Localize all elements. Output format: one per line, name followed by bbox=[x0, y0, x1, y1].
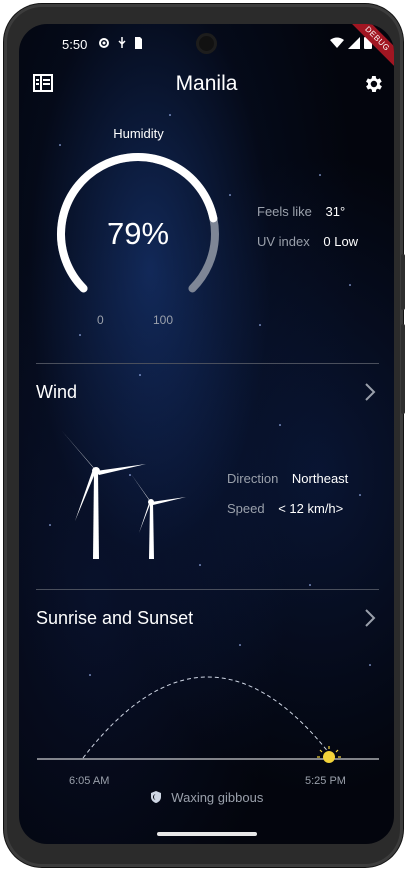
uv-index-value: 0 Low bbox=[323, 234, 359, 249]
wind-title[interactable]: Wind bbox=[36, 382, 77, 403]
gear-icon[interactable] bbox=[362, 73, 384, 95]
humidity-label: Humidity bbox=[113, 126, 164, 141]
uv-index-label: UV index bbox=[257, 234, 310, 249]
sunrise-time: 6:05 AM bbox=[69, 775, 110, 787]
wifi-icon bbox=[330, 37, 344, 48]
clock: 5:50 bbox=[62, 37, 88, 52]
power-button bbox=[401, 254, 405, 310]
sunset-time: 5:25 PM bbox=[305, 775, 346, 787]
feels-like-row: Feels like 31° bbox=[257, 204, 345, 219]
sunrise-sunset-title[interactable]: Sunrise and Sunset bbox=[36, 608, 193, 629]
feels-like-value: 31° bbox=[325, 204, 346, 219]
screen: 5:50 DEBUG Manila Humidity 79% 0 100 Fee… bbox=[19, 24, 394, 844]
sun-icon bbox=[317, 746, 341, 763]
speed-label: Speed bbox=[227, 501, 265, 516]
front-camera bbox=[196, 33, 217, 54]
speed-value: < 12 km/h> bbox=[278, 501, 344, 516]
speed-row: Speed < 12 km/h> bbox=[227, 501, 343, 516]
moon-phase-icon bbox=[150, 791, 161, 803]
direction-label: Direction bbox=[227, 471, 279, 486]
wind-turbine-icon bbox=[62, 431, 186, 559]
city-title: Manila bbox=[175, 72, 238, 95]
direction-row: Direction Northeast bbox=[227, 471, 348, 486]
chevron-right-icon[interactable] bbox=[364, 382, 376, 402]
direction-value: Northeast bbox=[291, 471, 349, 486]
feels-like-label: Feels like bbox=[257, 204, 312, 219]
app-bar: Manila bbox=[19, 64, 394, 104]
gauge-max-label: 100 bbox=[153, 313, 174, 327]
signal-icon bbox=[348, 36, 360, 49]
humidity-value: 79% bbox=[106, 216, 170, 251]
phone-frame: 5:50 DEBUG Manila Humidity 79% 0 100 Fee… bbox=[4, 4, 405, 867]
usb-icon bbox=[118, 37, 126, 48]
sd-card-icon bbox=[135, 37, 142, 49]
sun-path-arc bbox=[82, 676, 334, 759]
divider bbox=[36, 589, 379, 590]
sun-arc-chart bbox=[37, 676, 379, 763]
chevron-right-icon[interactable] bbox=[364, 608, 376, 628]
volume-button bbox=[401, 324, 405, 414]
gear-small-icon bbox=[99, 38, 109, 48]
moon-phase-row: Waxing gibbous bbox=[19, 790, 394, 805]
status-bar: 5:50 DEBUG bbox=[19, 24, 394, 69]
moon-phase-label: Waxing gibbous bbox=[171, 790, 264, 805]
gauge-min-label: 0 bbox=[97, 313, 104, 327]
uv-index-row: UV index 0 Low bbox=[257, 234, 358, 249]
home-indicator[interactable] bbox=[157, 832, 257, 836]
divider bbox=[36, 363, 379, 364]
notification-icons bbox=[97, 36, 143, 50]
